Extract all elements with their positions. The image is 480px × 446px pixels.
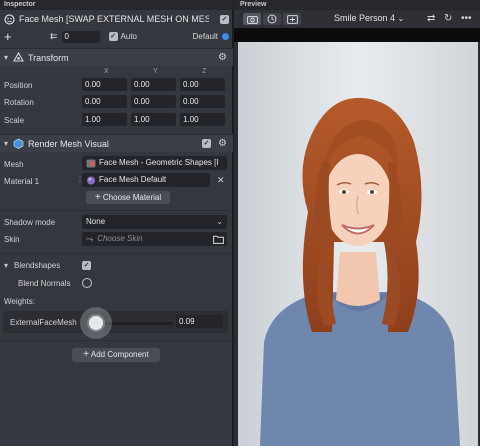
- mesh-asset-icon: [86, 159, 96, 167]
- weights-label: Weights:: [4, 297, 35, 306]
- clock-icon: [267, 14, 277, 24]
- scale-y-field[interactable]: 1.00: [131, 113, 176, 126]
- folder-icon[interactable]: [213, 235, 224, 244]
- rotation-y-field[interactable]: 0.00: [131, 95, 176, 108]
- history-mode-button[interactable]: [263, 13, 281, 25]
- mesh-field[interactable]: Face Mesh - Geometric Shapes [I: [82, 156, 227, 170]
- auto-checkbox[interactable]: ✓: [108, 32, 118, 41]
- layer-field[interactable]: 0: [61, 30, 100, 43]
- person-select[interactable]: Smile Person 4 ⌄: [334, 13, 404, 23]
- chevron-down-icon: ⌄: [397, 14, 405, 23]
- position-z-field[interactable]: 0.00: [180, 78, 225, 91]
- object-header: Face Mesh [SWAP EXTERNAL MESH ON MES ✓: [0, 10, 233, 28]
- divider: [0, 253, 233, 254]
- preview-panel: Preview Smile Person 4 ⌄ ⇄ ↻ •••: [234, 0, 480, 446]
- chevron-down-icon[interactable]: ▾: [4, 53, 13, 62]
- screen-icon: [286, 14, 298, 24]
- position-x-field[interactable]: 0.00: [82, 78, 127, 91]
- person-select-value: Smile Person 4: [334, 13, 396, 23]
- screen-mode-button[interactable]: [283, 13, 301, 25]
- skin-field[interactable]: ⤳ Choose Skin: [82, 232, 227, 246]
- weight-slider-thumb[interactable]: [86, 314, 105, 332]
- object-name[interactable]: Face Mesh [SWAP EXTERNAL MESH ON MES: [19, 14, 209, 24]
- preview-letterbox: [234, 28, 480, 42]
- camera-mode-button[interactable]: [243, 13, 261, 25]
- mesh-value: Face Mesh - Geometric Shapes [I: [99, 158, 219, 167]
- transform-icon: [13, 52, 24, 62]
- face-mesh-icon: [4, 13, 15, 25]
- transform-title: Transform: [28, 52, 69, 63]
- position-y-field[interactable]: 0.00: [131, 78, 176, 91]
- preview-toolbar: Smile Person 4 ⌄ ⇄ ↻ •••: [234, 10, 480, 28]
- choose-material-button[interactable]: + Choose Material: [86, 191, 170, 204]
- flip-camera-icon[interactable]: ⇄: [427, 14, 435, 24]
- shadow-mode-select[interactable]: None ⌄: [82, 215, 227, 229]
- divider: [0, 210, 233, 211]
- skin-label: Skin: [4, 235, 20, 244]
- material-field[interactable]: Face Mesh Default: [82, 173, 210, 187]
- skin-placeholder: Choose Skin: [97, 234, 143, 243]
- divider: [0, 340, 233, 341]
- refresh-icon[interactable]: ↻: [444, 14, 452, 24]
- chevron-down-icon[interactable]: ▾: [4, 261, 13, 270]
- add-icon: +: [94, 192, 101, 203]
- scale-z-field[interactable]: 1.00: [180, 113, 225, 126]
- weight-name: ExternalFaceMesh: [10, 318, 77, 327]
- render-mesh-header[interactable]: ▾ Render Mesh Visual ✓ ⚙: [0, 134, 233, 152]
- shadow-mode-value: None: [86, 217, 106, 226]
- material-label: Material 1: [4, 177, 40, 186]
- material-asset-icon: [87, 176, 95, 184]
- default-label: Default: [192, 32, 218, 41]
- blend-normals-checkbox[interactable]: [82, 278, 92, 288]
- chevron-down-icon[interactable]: ▾: [4, 139, 13, 148]
- shadow-mode-label: Shadow mode: [4, 218, 56, 227]
- mesh-label: Mesh: [4, 160, 24, 169]
- axis-x-label: X: [104, 68, 109, 75]
- preview-camera-feed: [238, 42, 478, 446]
- add-icon[interactable]: +: [4, 30, 18, 43]
- render-mesh-icon: [13, 138, 24, 149]
- default-status-dot[interactable]: [222, 33, 229, 40]
- material-value: Face Mesh Default: [99, 175, 167, 184]
- render-mesh-title: Render Mesh Visual: [28, 138, 109, 149]
- chevron-down-icon: ⌄: [216, 217, 223, 226]
- preview-title: Preview: [234, 0, 480, 10]
- object-enabled-checkbox[interactable]: ✓: [220, 14, 229, 24]
- axis-z-label: Z: [202, 68, 207, 75]
- blendshapes-checkbox[interactable]: ✓: [82, 261, 91, 270]
- camera-icon: [246, 15, 258, 24]
- rotation-label: Rotation: [4, 98, 34, 107]
- scale-x-field[interactable]: 1.00: [82, 113, 127, 126]
- add-component-label: Add Component: [90, 350, 149, 359]
- more-icon[interactable]: •••: [461, 14, 472, 24]
- layer-row: + ⇇ 0 ✓ Auto Default: [0, 28, 233, 45]
- close-icon[interactable]: ✕: [217, 175, 225, 186]
- choose-material-label: Choose Material: [102, 193, 162, 202]
- position-label: Position: [4, 81, 33, 90]
- add-icon: +: [83, 349, 90, 360]
- render-mesh-enabled-checkbox[interactable]: ✓: [202, 139, 211, 148]
- gear-icon[interactable]: ⚙: [218, 138, 227, 149]
- add-component-button[interactable]: + Add Component: [72, 348, 160, 362]
- skin-picker-icon: ⤳: [86, 234, 94, 244]
- transform-header[interactable]: ▾ Transform ⚙: [0, 48, 233, 66]
- axis-y-label: Y: [153, 68, 158, 75]
- gear-icon[interactable]: ⚙: [218, 52, 227, 63]
- weight-value-field[interactable]: 0.09: [176, 315, 223, 328]
- inspector-title: Inspector: [0, 0, 233, 10]
- blend-normals-label: Blend Normals: [18, 279, 71, 288]
- inspector-panel: Inspector Face Mesh [SWAP EXTERNAL MESH …: [0, 0, 233, 446]
- auto-label: Auto: [120, 32, 138, 41]
- rotation-z-field[interactable]: 0.00: [180, 95, 225, 108]
- layer-icon: ⇇: [50, 31, 58, 41]
- scale-label: Scale: [4, 116, 25, 125]
- rotation-x-field[interactable]: 0.00: [82, 95, 127, 108]
- blendshapes-label: Blendshapes: [14, 261, 61, 270]
